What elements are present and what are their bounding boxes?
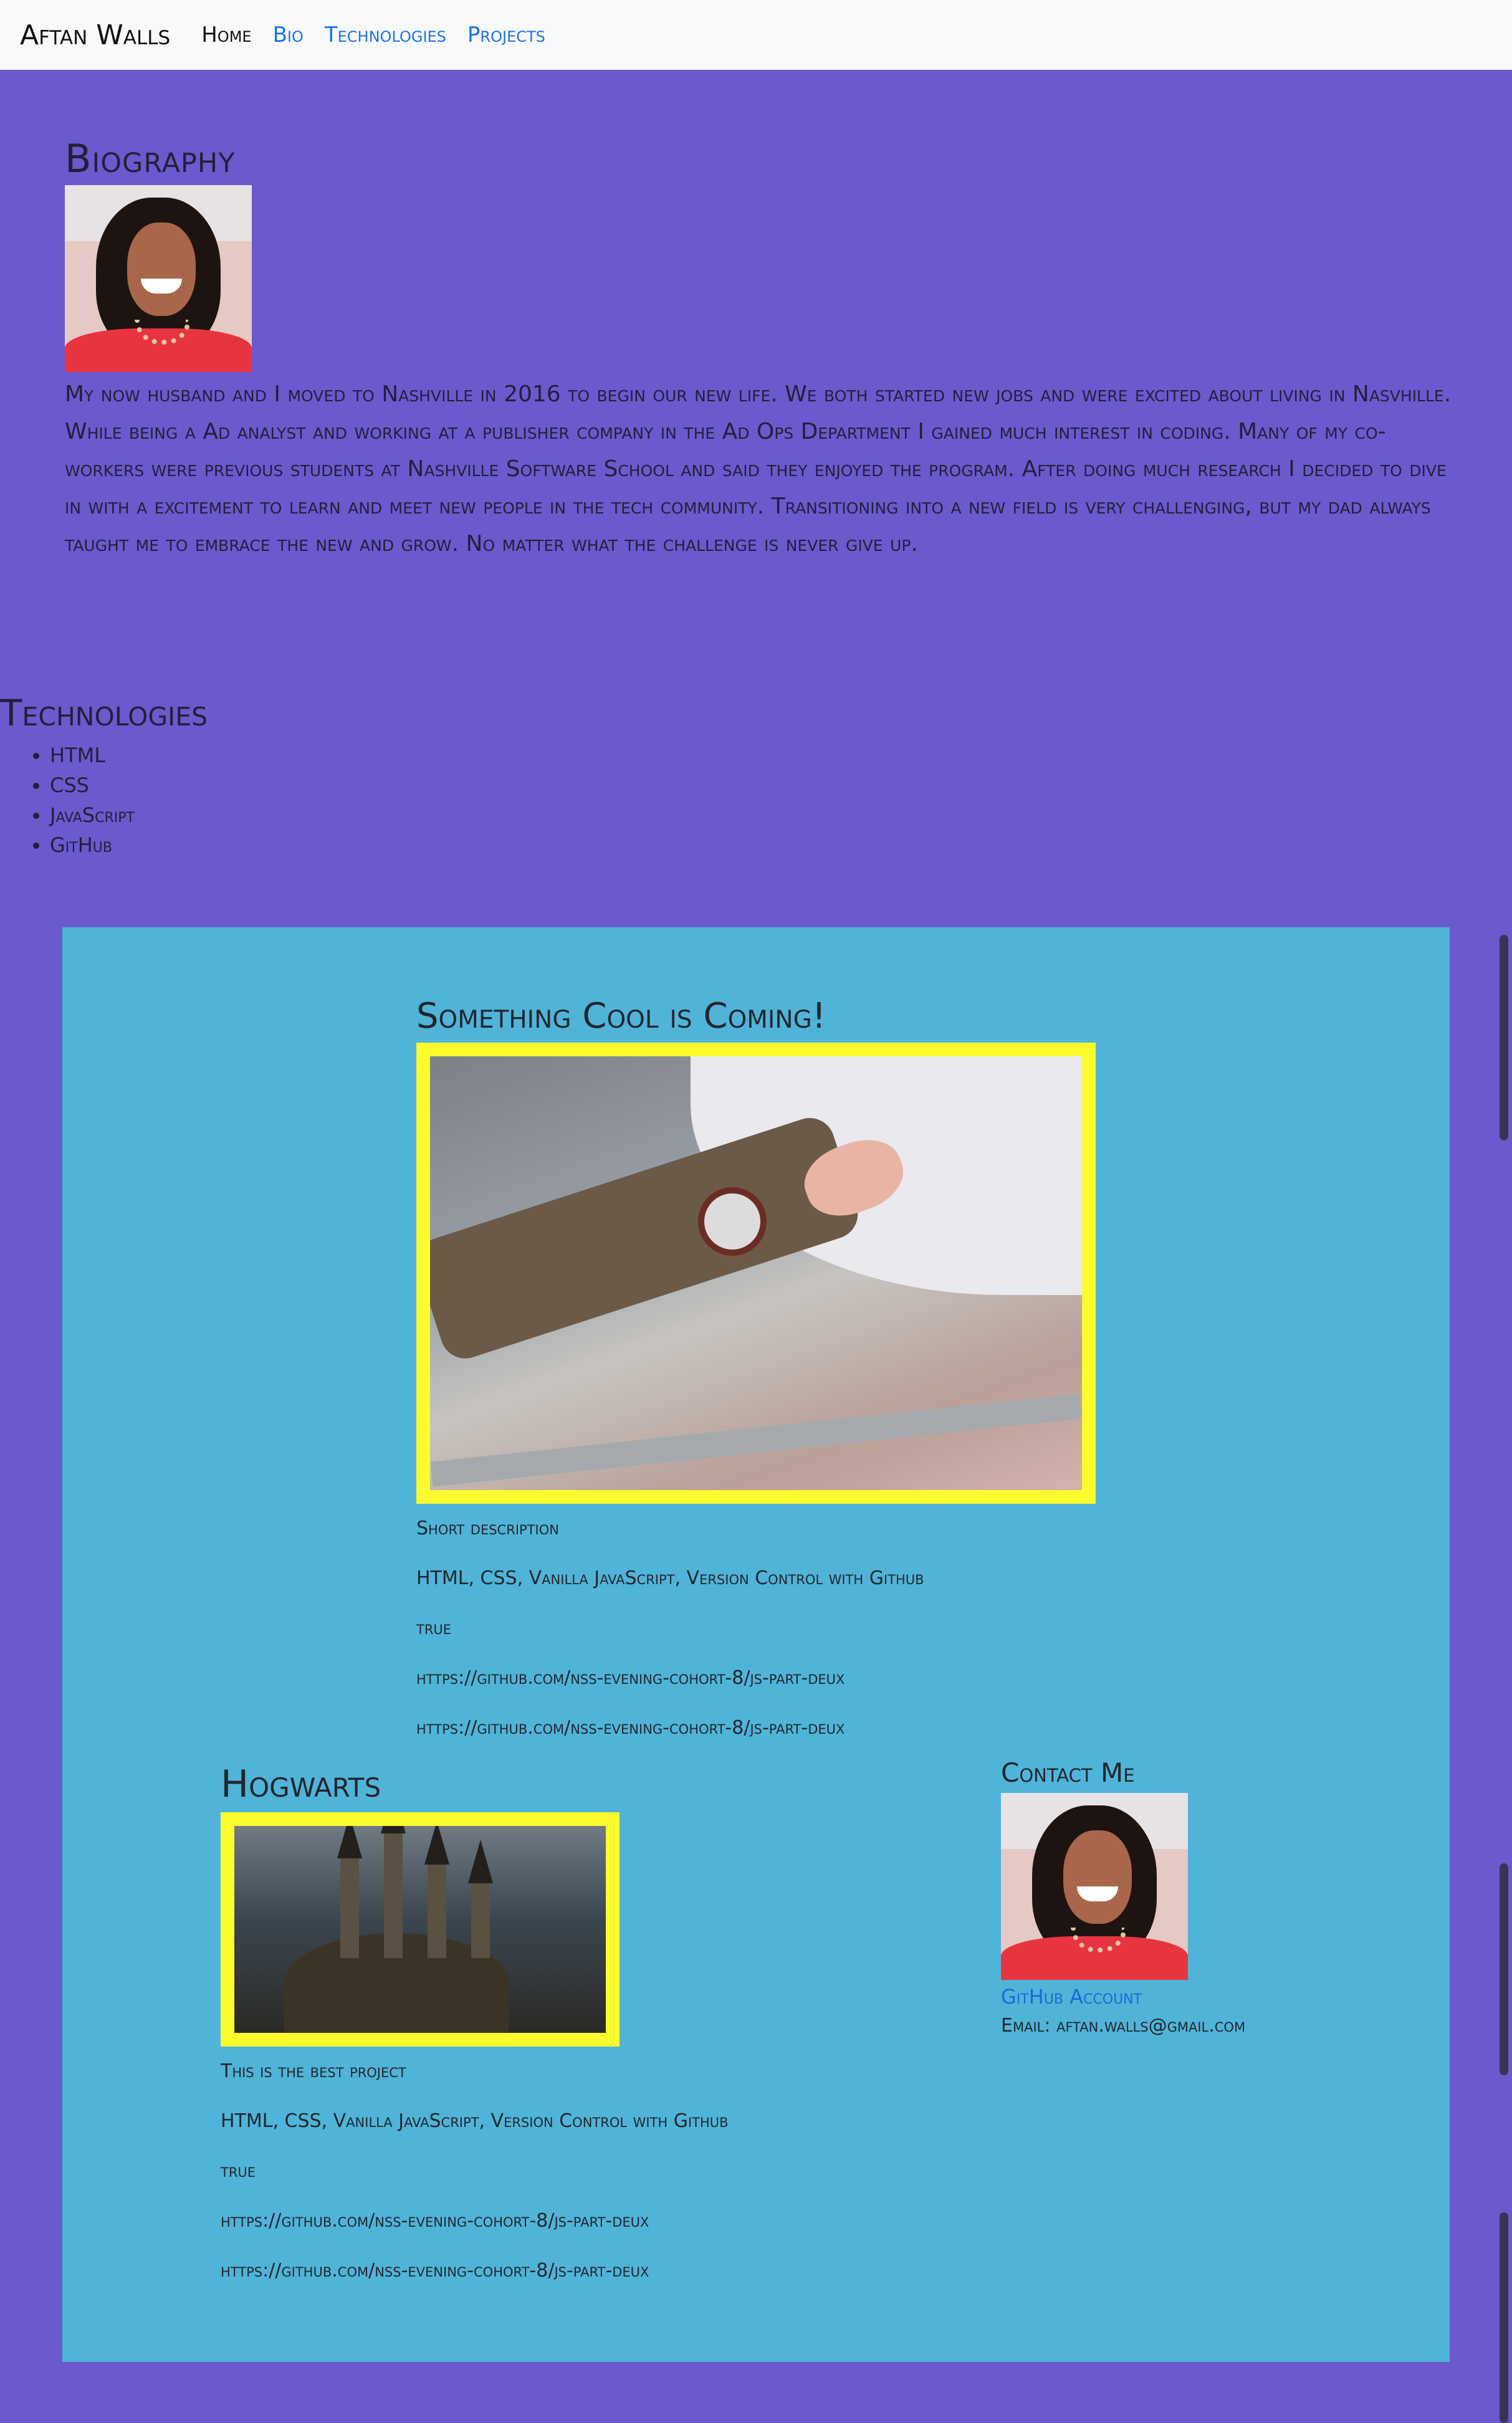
github-link[interactable]: GitHub Account: [1001, 1985, 1245, 2009]
nav-bio[interactable]: Bio: [273, 22, 304, 47]
project-card: Hogwarts This is the best project HTML, …: [221, 1762, 729, 2283]
technologies-section: Technologies HTML CSS JavaScript GitHub: [0, 692, 208, 860]
list-item: GitHub: [50, 830, 208, 860]
project-description: This is the best project: [221, 2060, 406, 2082]
project-title: Hogwarts: [221, 1762, 381, 1806]
watch-photo: [416, 1043, 1096, 1504]
list-item: HTML: [50, 740, 208, 770]
contact-card: Contact Me GitHub Account Email: aftan.w…: [1001, 1757, 1245, 2037]
bio-text: My now husband and I moved to Nashville …: [65, 381, 1452, 557]
project-flag: true: [416, 1617, 452, 1639]
project-description: Short description: [416, 1517, 559, 1539]
project-stack: HTML, CSS, Vanilla JavaScript, Version C…: [416, 1567, 924, 1589]
nav-projects[interactable]: Projects: [467, 22, 545, 47]
hogwarts-photo: [221, 1812, 620, 2047]
contact-email: Email: aftan.walls@gmail.com: [1001, 2015, 1246, 2037]
bio-title: Biography: [65, 136, 236, 181]
list-item: JavaScript: [50, 800, 208, 830]
nav-links: Home Bio Technologies Projects: [201, 22, 567, 47]
project-link: https://github.com/nss-evening-cohort-8/…: [221, 2210, 649, 2232]
nav-technologies[interactable]: Technologies: [325, 22, 446, 47]
list-item: CSS: [50, 770, 208, 800]
project-link: https://github.com/nss-evening-cohort-8/…: [221, 2260, 649, 2282]
nav-home[interactable]: Home: [201, 22, 251, 47]
projects-panel: Something Cool is Coming! Short descript…: [62, 927, 1450, 2362]
contact-title: Contact Me: [1001, 1757, 1135, 1788]
navbar: Aftan Walls Home Bio Technologies Projec…: [0, 0, 1512, 70]
project-card: Something Cool is Coming! Short descript…: [416, 996, 1096, 1741]
project-link: https://github.com/nss-evening-cohort-8/…: [416, 1667, 845, 1689]
scrollbar[interactable]: [1500, 1863, 1508, 2075]
profile-photo: [1001, 1793, 1188, 1980]
scrollbar[interactable]: [1500, 2212, 1508, 2423]
project-flag: true: [221, 2160, 256, 2182]
brand-link[interactable]: Aftan Walls: [20, 19, 170, 51]
project-link: https://github.com/nss-evening-cohort-8/…: [416, 1717, 845, 1739]
profile-photo: [65, 185, 252, 372]
scrollbar[interactable]: [1500, 935, 1508, 1140]
bio-section: Biography My now husband and I moved to …: [65, 136, 1461, 563]
technologies-title: Technologies: [0, 692, 208, 734]
project-stack: HTML, CSS, Vanilla JavaScript, Version C…: [221, 2110, 729, 2132]
project-title: Something Cool is Coming!: [416, 996, 826, 1036]
technologies-list: HTML CSS JavaScript GitHub: [50, 740, 208, 860]
